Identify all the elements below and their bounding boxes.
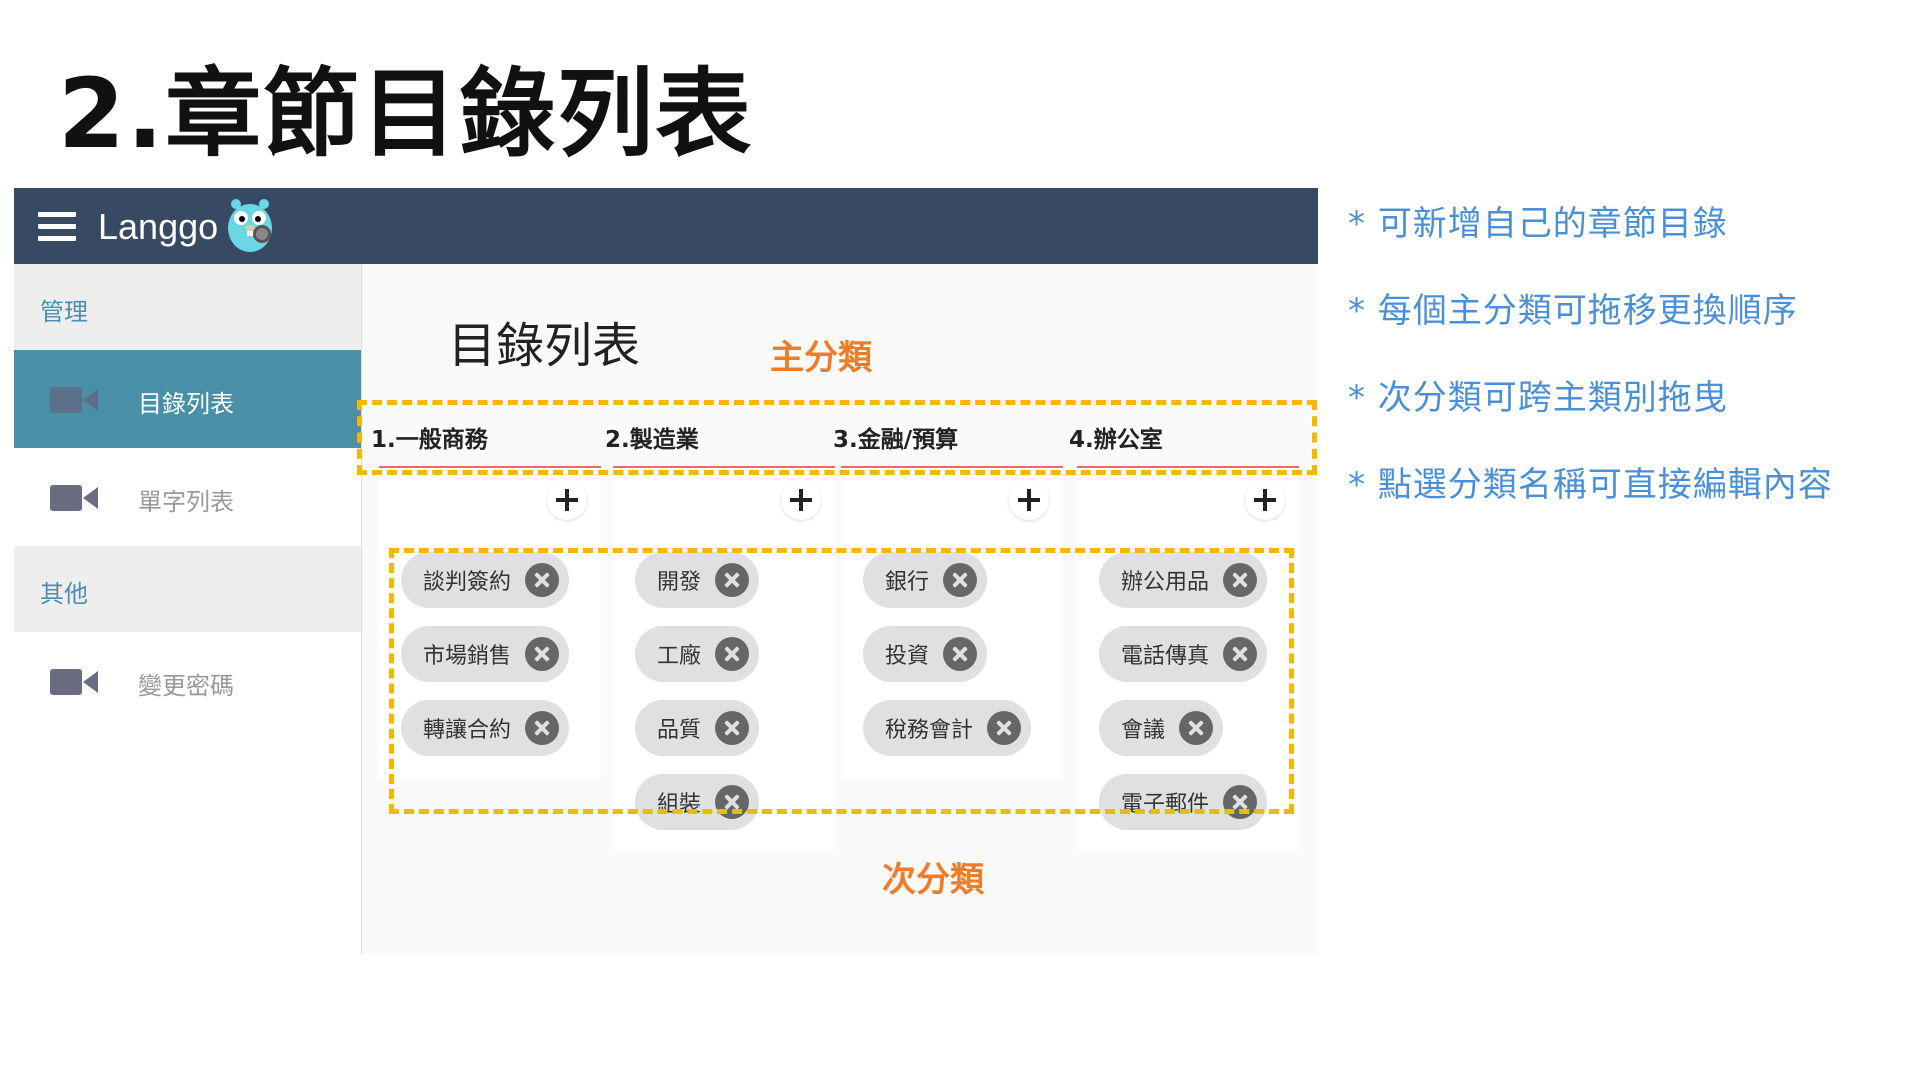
video-camera-icon xyxy=(50,485,98,511)
sidebar-item-words[interactable]: 單字列表 xyxy=(14,448,361,546)
brand-name: Langgo xyxy=(98,206,219,247)
feature-note: * 可新增自己的章節目錄 xyxy=(1348,204,1728,244)
main-category-label: 主分類 xyxy=(770,338,872,378)
video-camera-icon xyxy=(50,387,98,413)
sub-category-highlight xyxy=(389,548,1294,814)
sidebar-item-password[interactable]: 變更密碼 xyxy=(14,632,361,730)
feature-note: * 點選分類名稱可直接編輯內容 xyxy=(1348,465,1833,505)
add-subcategory-button[interactable] xyxy=(1245,480,1285,520)
add-subcategory-button[interactable] xyxy=(781,480,821,520)
gopher-mascot-icon xyxy=(228,199,272,252)
page-title: 目錄列表 xyxy=(448,318,641,374)
feature-note: * 次分類可跨主類別拖曳 xyxy=(1348,378,1728,418)
sidebar-item-label: 單字列表 xyxy=(138,488,234,516)
sidebar-item-catalog[interactable]: 目錄列表 xyxy=(14,350,361,448)
add-subcategory-button[interactable] xyxy=(547,480,587,520)
sidebar: 管理 目錄列表 單字列表 其他 變更密碼 xyxy=(14,264,362,954)
sidebar-item-label: 目錄列表 xyxy=(138,390,234,418)
feature-note: * 每個主分類可拖移更換順序 xyxy=(1348,291,1798,331)
add-subcategory-button[interactable] xyxy=(1009,480,1049,520)
slide-title: 2.章節目錄列表 xyxy=(58,58,754,170)
sidebar-section-manage: 管理 xyxy=(14,264,361,350)
video-camera-icon xyxy=(50,669,98,695)
sidebar-section-other: 其他 xyxy=(14,546,361,632)
sub-category-label: 次分類 xyxy=(882,860,984,900)
app-bar: Langgo xyxy=(14,188,1318,264)
main-category-highlight xyxy=(357,400,1317,475)
sidebar-item-label: 變更密碼 xyxy=(138,672,234,700)
menu-icon[interactable] xyxy=(38,210,76,244)
